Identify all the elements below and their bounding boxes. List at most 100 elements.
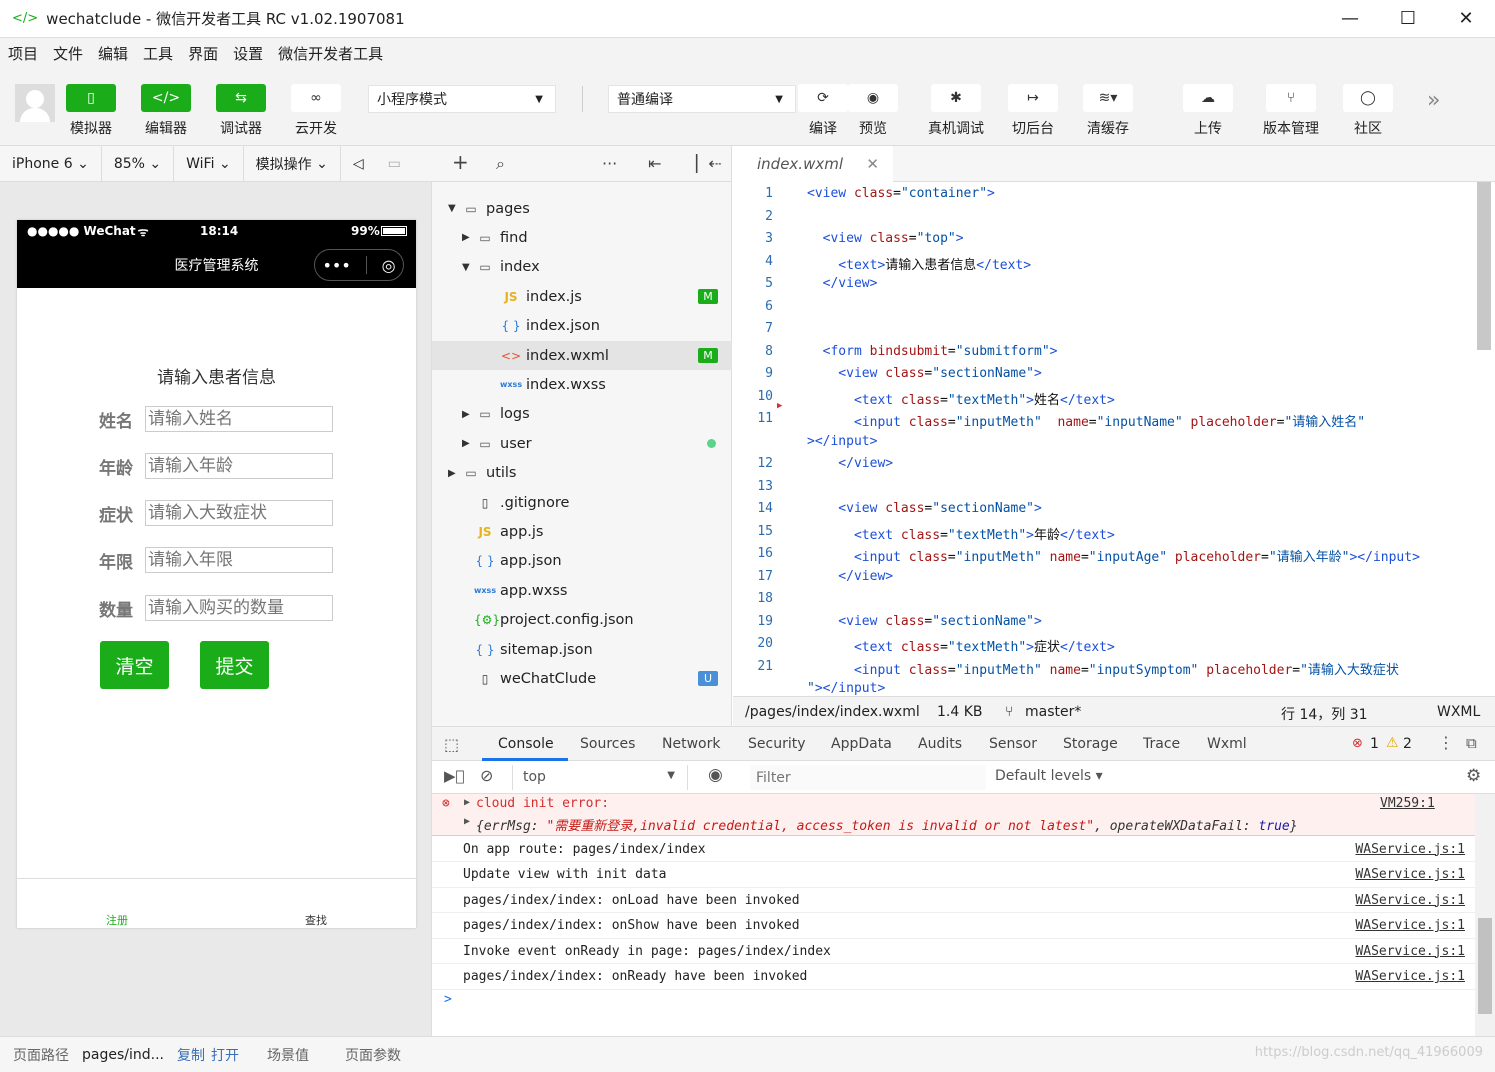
tree-item[interactable]: wxss index.wxss (432, 370, 732, 399)
menu-view[interactable]: 界面 (188, 43, 218, 64)
sidebar-toggle-icon[interactable]: ▶⃞ (444, 767, 465, 785)
simulator-button[interactable]: ▯ 模拟器 (66, 84, 116, 138)
editor-scrollbar[interactable] (1477, 182, 1491, 350)
cursor-position[interactable]: 行 14，列 31 (1281, 704, 1368, 724)
clear-console-icon[interactable]: ⊘ (480, 766, 493, 785)
network-select[interactable]: WiFi ⌄ (174, 145, 244, 182)
eye-icon[interactable]: ◉ (708, 765, 723, 785)
menu-settings[interactable]: 设置 (233, 43, 263, 64)
code-line[interactable]: "></input> (807, 681, 885, 696)
language-mode[interactable]: WXML (1437, 704, 1480, 720)
close-circle-icon[interactable]: ◎ (382, 256, 396, 275)
expanded-arrow-icon[interactable]: ▼ (462, 262, 474, 273)
tree-item[interactable]: ▯ .gitignore (432, 488, 732, 517)
close-button[interactable]: ✕ (1437, 0, 1495, 38)
editor-button[interactable]: </> 编辑器 (141, 84, 191, 138)
code-line[interactable]: <text>请输入患者信息</text> (807, 254, 1031, 273)
tab-console[interactable]: Console (498, 736, 554, 752)
avatar[interactable] (15, 84, 55, 122)
tab-sources[interactable]: Sources (580, 736, 635, 752)
tree-item[interactable]: <> index.wxml M (432, 341, 732, 370)
tab-search[interactable]: 查找 (305, 912, 327, 928)
menu-devtools[interactable]: 微信开发者工具 (278, 43, 383, 64)
menu-edit[interactable]: 编辑 (98, 43, 128, 64)
background-button[interactable]: ↦ 切后台 (1008, 84, 1058, 138)
log-source-link[interactable]: WAService.js:1 (1355, 893, 1465, 908)
git-branch[interactable]: master* (1025, 704, 1081, 720)
tree-item[interactable]: JS app.js (432, 517, 732, 546)
tree-item[interactable]: { } app.json (432, 547, 732, 576)
inspect-icon[interactable]: ⬚ (444, 735, 459, 754)
tree-item[interactable]: ▶ ▭ user (432, 429, 732, 458)
error-object[interactable]: {errMsg: "需要重新登录,invalid credential, acc… (476, 815, 1298, 834)
tab-sensor[interactable]: Sensor (989, 736, 1037, 752)
tab-network[interactable]: Network (662, 736, 720, 752)
search-icon[interactable]: ⌕ (496, 154, 505, 174)
log-source-link[interactable]: WAService.js:1 (1355, 969, 1465, 984)
tab-security[interactable]: Security (748, 736, 806, 752)
more-icon[interactable]: ··· (602, 154, 617, 173)
more-dots-icon[interactable]: ••• (322, 256, 350, 275)
device-select[interactable]: iPhone 6 ⌄ (0, 145, 102, 182)
add-icon[interactable]: + (452, 150, 469, 174)
code-line[interactable]: <view class="container"> (807, 186, 995, 201)
tree-item[interactable]: ▶ ▭ utils (432, 459, 732, 488)
scene-button[interactable]: 场景值 (267, 1045, 309, 1065)
tab-appdata[interactable]: AppData (831, 736, 892, 752)
code-line[interactable]: <input class="inputMeth" name="inputName… (807, 411, 1365, 430)
breakpoint-marker-icon[interactable]: ▶ (777, 401, 782, 411)
open-link[interactable]: 打开 (211, 1045, 239, 1065)
more-chevron-icon[interactable]: » (1427, 88, 1440, 113)
code-line[interactable]: </view> (807, 569, 893, 584)
sim-ops-select[interactable]: 模拟操作 ⌄ (244, 145, 341, 182)
window-icon[interactable]: ▭ (376, 146, 413, 182)
symptom-input[interactable] (145, 500, 333, 526)
zoom-select[interactable]: 85% ⌄ (102, 145, 175, 182)
clear-cache-button[interactable]: ≋▾ 清缓存 (1083, 84, 1133, 138)
capsule-button[interactable]: ••• ◎ (314, 249, 404, 281)
collapsed-arrow-icon[interactable]: ▶ (462, 438, 474, 449)
code-line[interactable]: <view class="sectionName"> (807, 501, 1042, 516)
menu-tools[interactable]: 工具 (143, 43, 173, 64)
code-line[interactable]: ></input> (807, 434, 877, 449)
code-line[interactable]: <text class="textMeth">症状</text> (807, 636, 1115, 655)
menu-project[interactable]: 项目 (8, 43, 38, 64)
log-source-link[interactable]: WAService.js:1 (1355, 842, 1465, 857)
tree-item[interactable]: JS index.js M (432, 282, 732, 311)
copy-link[interactable]: 复制 (177, 1045, 205, 1065)
tree-item[interactable]: ▶ ▭ logs (432, 400, 732, 429)
console-filter-input[interactable] (750, 765, 986, 790)
undock-icon[interactable]: ⧉ (1466, 734, 1477, 752)
collapse-icon[interactable]: ⇤ (648, 154, 661, 173)
collapsed-arrow-icon[interactable]: ▶ (448, 468, 460, 479)
cloud-dev-button[interactable]: ∞ 云开发 (291, 84, 341, 138)
age-input[interactable] (145, 453, 333, 479)
page-params-button[interactable]: 页面参数 (345, 1045, 401, 1065)
name-input[interactable] (145, 406, 333, 432)
console-scrollbar[interactable] (1475, 794, 1495, 1036)
gear-icon[interactable]: ⚙ (1466, 766, 1481, 786)
quantity-input[interactable] (145, 595, 333, 621)
tree-item[interactable]: ▯ weChatClude U (432, 664, 732, 693)
code-line[interactable]: <form bindsubmit="submitform"> (807, 344, 1058, 359)
collapsed-arrow-icon[interactable]: ▶ (462, 409, 474, 420)
tab-index-wxml[interactable]: index.wxml ✕ (733, 146, 893, 182)
code-line[interactable]: <input class="inputMeth" name="inputAge"… (807, 546, 1420, 565)
upload-button[interactable]: ☁ 上传 (1183, 84, 1233, 138)
error-count-icon[interactable]: ⊗ (1352, 736, 1363, 751)
tree-item[interactable]: { } sitemap.json (432, 635, 732, 664)
clear-button[interactable]: 清空 (100, 641, 169, 689)
collapsed-arrow-icon[interactable]: ▶ (462, 232, 474, 243)
log-source-link[interactable]: WAService.js:1 (1355, 944, 1465, 959)
code-line[interactable]: <view class="sectionName"> (807, 366, 1042, 381)
tab-wxml[interactable]: Wxml (1207, 736, 1247, 752)
minimize-button[interactable]: — (1321, 0, 1379, 38)
tree-item[interactable]: wxss app.wxss (432, 576, 732, 605)
tree-item[interactable]: {⚙} project.config.json (432, 606, 732, 635)
mode-select[interactable]: 小程序模式 ▼ (368, 85, 556, 113)
menu-file[interactable]: 文件 (53, 43, 83, 64)
compile-select[interactable]: 普通编译 ▼ (608, 85, 796, 113)
code-editor[interactable]: 1 <view class="container"> 2 3 <view class=… (733, 182, 1495, 696)
log-source-link[interactable]: WAService.js:1 (1355, 867, 1465, 882)
tree-item[interactable]: ▼ ▭ pages (432, 194, 732, 223)
